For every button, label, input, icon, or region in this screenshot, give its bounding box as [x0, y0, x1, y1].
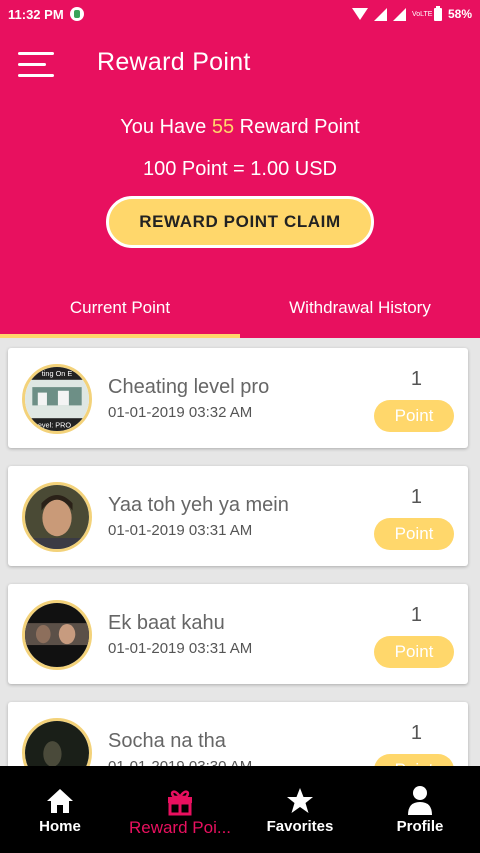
page-title: Reward Point [97, 48, 251, 76]
home-icon [0, 784, 120, 818]
nav-profile-label: Profile [396, 818, 444, 835]
video-thumbnail [22, 718, 92, 766]
tab-bar: Current Point Withdrawal History [0, 290, 480, 338]
battery-icon [433, 5, 442, 21]
video-thumbnail [22, 482, 92, 552]
item-title: Ek baat kahu [108, 612, 225, 634]
status-bar: 11:32 PM VoLTE 58% [0, 0, 480, 28]
tab-withdrawal-history[interactable]: Withdrawal History [240, 290, 480, 338]
item-count: 1 [410, 722, 422, 744]
item-count: 1 [410, 486, 422, 508]
point-button[interactable]: Point [374, 518, 454, 550]
item-count: 1 [410, 368, 422, 390]
point-button[interactable]: Point [374, 754, 454, 766]
item-date: 01-01-2019 03:30 AM [108, 758, 252, 766]
item-title: Socha na tha [108, 730, 226, 752]
video-thumbnail: ting On E Level: PRO [22, 364, 92, 434]
person-icon [360, 784, 480, 818]
item-date: 01-01-2019 03:31 AM [108, 522, 253, 539]
item-title: Yaa toh yeh ya mein [108, 494, 289, 516]
item-title: Cheating level pro [108, 376, 270, 398]
item-count: 1 [410, 604, 422, 626]
status-icons: VoLTE 58% [351, 5, 472, 21]
wifi-icon [351, 8, 368, 20]
point-list[interactable]: ting On E Level: PRO Cheating level pro … [0, 338, 480, 766]
conversion-rate: 100 Point = 1.00 USD [142, 158, 337, 180]
list-item[interactable]: ting On E Level: PRO Cheating level pro … [8, 348, 468, 448]
item-date: 01-01-2019 03:32 AM [108, 404, 253, 421]
status-time: 11:32 PM [8, 6, 64, 22]
nav-reward-label: Reward Poi... [128, 818, 232, 837]
list-item[interactable]: Ek baat kahu 01-01-2019 03:31 AM 1 Point [8, 584, 468, 684]
point-button[interactable]: Point [374, 636, 454, 668]
reward-balance: You Have 55 Reward Point [0, 116, 480, 139]
point-button[interactable]: Point [374, 400, 454, 432]
nav-favorites[interactable]: Favorites [240, 766, 360, 853]
nav-home[interactable]: Home [0, 766, 120, 853]
nav-favorites-label: Favorites [266, 818, 334, 835]
nav-profile[interactable]: Profile [360, 766, 480, 853]
battery-percent: 58% [447, 7, 472, 21]
signal-icon-2 [392, 7, 406, 21]
app-notification-icon [69, 7, 84, 21]
reward-claim-button[interactable]: REWARD POINT CLAIM [106, 196, 374, 248]
nav-home-label: Home [39, 818, 81, 835]
balance-value: 55 [211, 116, 235, 138]
balance-suffix: Reward Point [239, 116, 360, 138]
volte-icon: VoLTE [411, 10, 433, 18]
item-date: 01-01-2019 03:31 AM [108, 640, 253, 657]
bottom-navigation: Home Reward Poi... Favorites Profile [0, 766, 480, 853]
thumbnail-caption-top: ting On E [42, 369, 73, 378]
nav-reward-point[interactable]: Reward Poi... [120, 766, 240, 853]
list-item[interactable]: Yaa toh yeh ya mein 01-01-2019 03:31 AM … [8, 466, 468, 566]
menu-icon[interactable] [18, 52, 54, 78]
video-thumbnail [22, 600, 92, 670]
balance-prefix: You Have [120, 116, 207, 138]
gift-icon [120, 784, 240, 818]
thumbnail-caption-bottom: Level: PRO [34, 420, 72, 429]
tab-current-point[interactable]: Current Point [0, 290, 240, 338]
signal-icon [373, 7, 387, 21]
star-icon [240, 784, 360, 818]
list-item[interactable]: Socha na tha 01-01-2019 03:30 AM 1 Point [8, 702, 468, 766]
